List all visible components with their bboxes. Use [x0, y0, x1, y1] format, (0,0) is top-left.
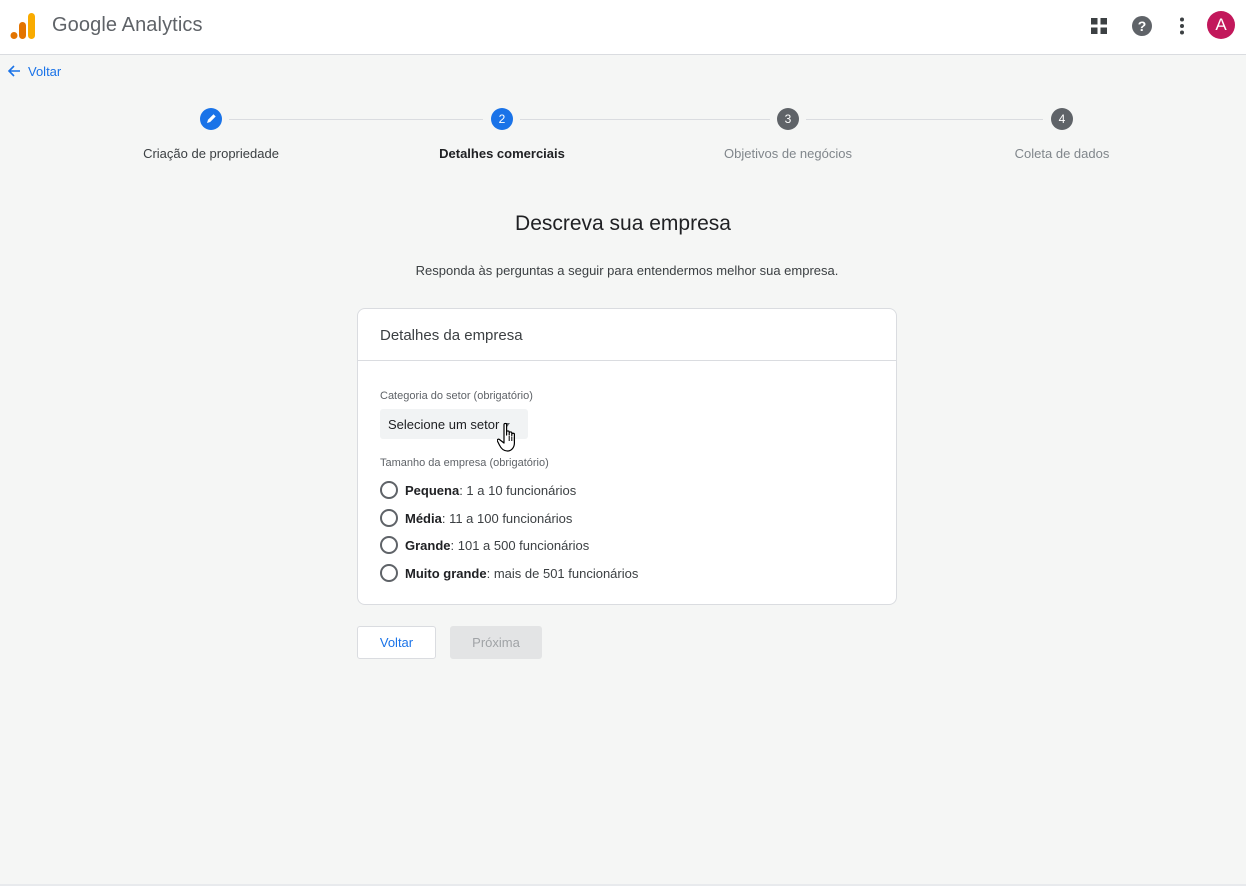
size-option-name: Muito grande: [405, 565, 487, 581]
next-button[interactable]: Próxima: [450, 626, 542, 659]
back-link-label: Voltar: [28, 63, 62, 79]
sector-select-value: Selecione um setor: [388, 417, 500, 432]
back-button[interactable]: Voltar: [357, 626, 436, 659]
back-link[interactable]: Voltar: [7, 62, 61, 80]
step-1-label: Criação de propriedade: [143, 146, 279, 161]
step-3-number: 3: [777, 108, 799, 130]
company-size-label: Tamanho da empresa (obrigatório): [380, 457, 549, 469]
hand-pointer-cursor-icon: [497, 422, 515, 452]
top-app-bar: Google Analytics ? A: [0, 0, 1246, 55]
step-4-label: Coleta de dados: [1014, 146, 1110, 161]
radio-button[interactable]: [380, 536, 398, 554]
size-option-desc: : 1 a 10 funcionários: [459, 482, 577, 498]
step-connector: [806, 119, 1043, 120]
google-analytics-logo: [10, 13, 35, 39]
sector-label: Categoria do setor (obrigatório): [380, 390, 533, 402]
size-option-name: Pequena: [405, 482, 460, 498]
more-vert-icon[interactable]: [1170, 14, 1194, 38]
size-option-name: Média: [405, 510, 442, 526]
step-3-label: Objetivos de negócios: [724, 146, 852, 161]
account-avatar[interactable]: A: [1207, 11, 1235, 39]
radio-button[interactable]: [380, 509, 398, 527]
page-subtitle: Responda às perguntas a seguir para ente…: [415, 263, 839, 278]
size-option-desc: : mais de 501 funcionários: [486, 565, 639, 581]
arrow-back-icon: [7, 65, 20, 77]
page-title: Descreva sua empresa: [515, 212, 731, 235]
step-connector: [229, 119, 483, 120]
card-title: Detalhes da empresa: [358, 309, 896, 361]
step-2-number: 2: [491, 108, 513, 130]
app-title: Google Analytics: [52, 14, 203, 36]
svg-text:?: ?: [1138, 18, 1147, 34]
radio-button[interactable]: [380, 481, 398, 499]
size-option-desc: : 11 a 100 funcionários: [441, 510, 573, 526]
step-1-completed: [200, 108, 222, 130]
apps-icon[interactable]: [1087, 14, 1111, 38]
size-option-small[interactable]: Pequena : 1 a 10 funcionários: [380, 480, 576, 500]
size-option-medium[interactable]: Média : 11 a 100 funcionários: [380, 508, 572, 528]
step-2-label: Detalhes comerciais: [439, 146, 565, 161]
radio-button[interactable]: [380, 564, 398, 582]
help-icon[interactable]: ?: [1130, 14, 1154, 38]
size-option-very-large[interactable]: Muito grande : mais de 501 funcionários: [380, 563, 638, 583]
size-option-name: Grande: [405, 537, 451, 553]
step-4-number: 4: [1051, 108, 1073, 130]
step-connector: [520, 119, 770, 120]
size-option-desc: : 101 a 500 funcionários: [450, 537, 590, 553]
edit-pencil-icon: [207, 114, 216, 123]
size-option-large[interactable]: Grande : 101 a 500 funcionários: [380, 535, 589, 555]
company-details-card: Detalhes da empresa Categoria do setor (…: [357, 308, 897, 605]
